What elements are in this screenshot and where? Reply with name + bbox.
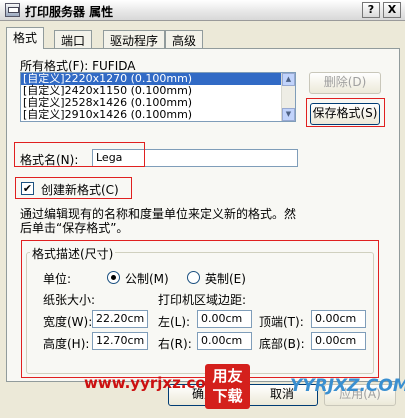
list-scrollbar[interactable]: ▲ ▼ — [281, 73, 295, 121]
unit-label: 单位: — [43, 272, 72, 286]
scroll-down-icon[interactable]: ▼ — [282, 108, 295, 121]
printer-margins-label: 打印机区域边距: — [158, 293, 247, 307]
watermark-logo-line-1: 用友 — [212, 367, 243, 385]
left-margin-field[interactable]: 0.00cm — [197, 310, 252, 328]
metric-label: 公制(M) — [125, 272, 169, 286]
top-margin-label: 顶端(T): — [259, 315, 304, 329]
formats-list[interactable]: [自定义]2220x1270 (0.100mm) [自定义]2420x1150 … — [20, 72, 296, 122]
right-margin-field[interactable]: 0.00cm — [197, 332, 252, 350]
list-item[interactable]: [自定义]2910x1426 (0.100mm) — [21, 109, 295, 121]
bottom-margin-field[interactable]: 0.00cm — [311, 332, 366, 350]
top-margin-field[interactable]: 0.00cm — [311, 310, 366, 328]
width-field[interactable]: 22.20cm — [92, 310, 148, 328]
width-label: 宽度(W): — [43, 315, 93, 329]
create-new-format-label: 创建新格式(C) — [41, 183, 119, 197]
right-margin-label: 右(R): — [158, 337, 192, 351]
save-format-button[interactable]: 保存格式(S) — [310, 103, 380, 125]
height-label: 高度(H): — [43, 337, 90, 351]
scroll-up-icon[interactable]: ▲ — [282, 73, 295, 86]
format-description-title: 格式描述(尺寸) — [30, 245, 116, 262]
delete-button[interactable]: 删除(D) — [309, 72, 381, 94]
watermark-logo: 用友 下载 — [205, 364, 250, 409]
watermark-url: www.yyrjxz.com — [84, 374, 222, 392]
height-field[interactable]: 12.70cm — [92, 332, 148, 350]
left-margin-label: 左(L): — [158, 315, 191, 329]
form-name-label: 格式名(N): — [20, 153, 79, 167]
create-new-format-checkbox[interactable]: ✔ — [21, 182, 34, 195]
form-name-field[interactable]: Lega — [92, 149, 298, 167]
bottom-margin-label: 底部(B): — [259, 337, 305, 351]
english-label: 英制(E) — [205, 272, 246, 286]
english-radio[interactable] — [187, 271, 200, 284]
metric-radio[interactable] — [107, 271, 120, 284]
description-line-2: 后单击“保存格式”。 — [20, 221, 129, 235]
watermark-logo-line-2: 下载 — [212, 387, 243, 405]
paper-size-label: 纸张大小: — [43, 293, 96, 307]
watermark-brand: YYRJXZ.COM — [290, 376, 405, 396]
